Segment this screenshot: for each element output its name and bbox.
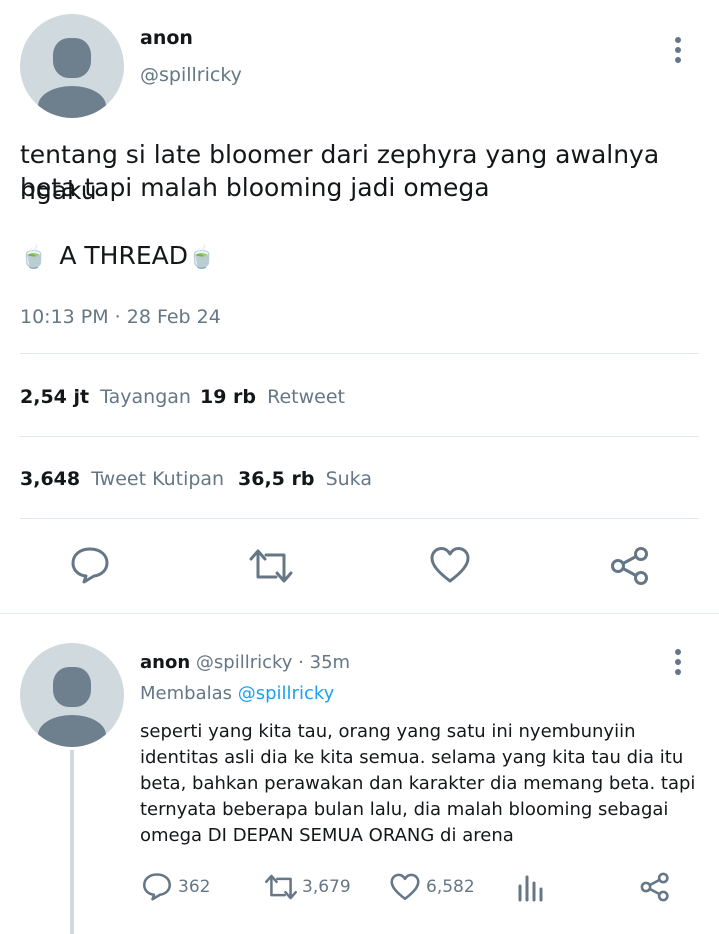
- reply-retweet-button[interactable]: 3,679: [264, 873, 351, 901]
- heart-icon: [430, 547, 470, 583]
- retweets-count: 19 rb: [200, 386, 257, 408]
- divider: [20, 518, 699, 519]
- reply-count: 362: [178, 876, 211, 897]
- likes-count: 36,5 rb: [238, 468, 315, 490]
- tweet-text-line-2: beta tapi malah blooming jadi omega: [20, 173, 490, 202]
- quotes-stat[interactable]: 3,648 Tweet Kutipan: [20, 468, 224, 490]
- reply-more-options-icon[interactable]: [674, 649, 682, 679]
- reply-button[interactable]: [70, 546, 110, 584]
- avatar-body: [38, 86, 106, 118]
- reply-text-line: seperti yang kita tau, orang yang satu i…: [140, 721, 636, 742]
- thread-label-row: 🍵 A THREAD🍵: [20, 238, 215, 276]
- share-icon: [640, 872, 669, 902]
- reply-author-handle[interactable]: @spillricky: [196, 652, 293, 673]
- share-icon: [611, 547, 648, 585]
- divider: [20, 436, 699, 437]
- divider: [20, 353, 699, 354]
- thread-label: A THREAD: [59, 241, 188, 270]
- views-stat[interactable]: 2,54 jt Tayangan: [20, 386, 191, 408]
- reply-text-line: ternyata beberapa bulan lalu, dia malah …: [140, 799, 669, 820]
- retweets-label: Retweet: [267, 386, 345, 408]
- more-options-icon[interactable]: [674, 37, 682, 67]
- reply-text-line: identitas asli dia ke kita semua. selama…: [140, 747, 684, 768]
- retweet-button[interactable]: [248, 547, 294, 585]
- reply-text-line: omega DI DEPAN SEMUA ORANG di arena: [140, 825, 514, 846]
- reply-text: seperti yang kita tau, orang yang satu i…: [140, 719, 710, 849]
- replying-to-handle-link[interactable]: @spillricky: [238, 683, 335, 704]
- retweet-icon: [265, 874, 297, 900]
- avatar[interactable]: [20, 14, 124, 118]
- reply-avatar[interactable]: [20, 643, 124, 747]
- quotes-count: 3,648: [20, 468, 81, 490]
- retweet-count: 3,679: [302, 877, 351, 897]
- reply-icon: [71, 547, 109, 584]
- views-label: Tayangan: [100, 386, 191, 408]
- tweet-timestamp[interactable]: 10:13 PM · 28 Feb 24: [20, 306, 221, 328]
- reply-header: anon @spillricky · 35m: [140, 652, 350, 673]
- like-count: 6,582: [426, 877, 475, 897]
- likes-label: Suka: [325, 468, 372, 490]
- reply-author-name[interactable]: anon: [140, 652, 190, 673]
- retweets-stat[interactable]: 19 rb Retweet: [200, 386, 345, 408]
- replying-to: Membalas @spillricky: [140, 683, 334, 704]
- avatar-body: [38, 715, 106, 747]
- tea-emoji: 🍵: [188, 245, 216, 270]
- reply-text-line: beta, bahkan perawakan dan karakter dia …: [140, 773, 696, 794]
- analytics-button[interactable]: [517, 874, 545, 902]
- views-count: 2,54 jt: [20, 386, 90, 408]
- reply-icon: [142, 873, 172, 901]
- section-divider: [0, 613, 719, 614]
- avatar-head: [53, 667, 91, 707]
- quotes-label: Tweet Kutipan: [91, 468, 225, 490]
- heart-icon: [390, 873, 420, 901]
- reply-share-button[interactable]: [640, 872, 670, 902]
- reply-reply-button[interactable]: 362: [142, 872, 210, 901]
- author-handle[interactable]: @spillricky: [140, 64, 242, 86]
- avatar-head: [53, 38, 91, 78]
- reply-time[interactable]: · 35m: [298, 652, 350, 673]
- author-name[interactable]: anon: [140, 27, 193, 49]
- replying-to-label: Membalas: [140, 683, 233, 704]
- analytics-icon: [518, 875, 543, 902]
- thread-connector-line: [70, 750, 74, 934]
- likes-stat[interactable]: 36,5 rb Suka: [238, 468, 372, 490]
- tea-emoji: 🍵: [20, 245, 48, 270]
- reply-like-button[interactable]: 6,582: [390, 873, 475, 901]
- like-button[interactable]: [430, 546, 470, 584]
- retweet-icon: [249, 549, 293, 583]
- share-button[interactable]: [610, 546, 650, 586]
